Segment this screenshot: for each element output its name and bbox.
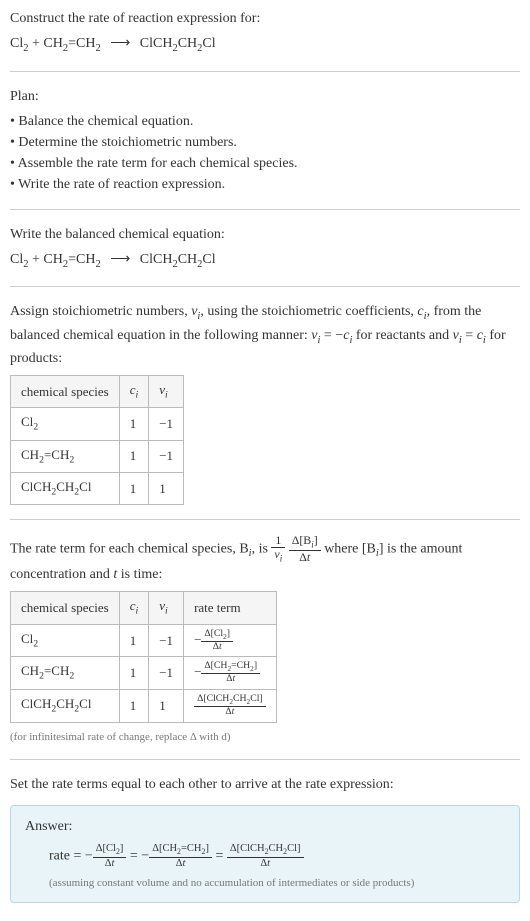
species-cell: CH2=CH2	[11, 657, 120, 690]
species-cell: Cl2	[11, 624, 120, 657]
c-cell: 1	[119, 472, 149, 504]
fraction: 1 νi	[271, 534, 285, 564]
table-header: νi	[149, 376, 184, 408]
intro-equation: Cl2 + CH2=CH2 ⟶ ClCH2CH2Cl	[10, 33, 520, 57]
table-row: ClCH2CH2Cl 1 1	[11, 472, 184, 504]
table-header: chemical species	[11, 592, 120, 624]
fraction: Δ[ClCH2CH2Cl] Δt	[227, 843, 304, 869]
answer-box: Answer: rate = − Δ[Cl2] Δt = − Δ[CH2=CH2…	[10, 805, 520, 903]
table-row: ClCH2CH2Cl 1 1 Δ[ClCH2CH2Cl] Δt	[11, 689, 277, 722]
answer-note: (assuming constant volume and no accumul…	[25, 875, 505, 892]
intro-section: Construct the rate of reaction expressio…	[10, 8, 520, 57]
table-row: CH2=CH2 1 −1	[11, 440, 184, 472]
nu-cell: −1	[149, 624, 184, 657]
plan-item: Determine the stoichiometric numbers.	[10, 132, 520, 153]
final-section: Set the rate terms equal to each other t…	[10, 774, 520, 903]
reaction-arrow-icon: ⟶	[110, 249, 130, 270]
fraction: Δ[CH2=CH2] Δt	[201, 661, 260, 685]
table-row: CH2=CH2 1 −1 − Δ[CH2=CH2] Δt	[11, 657, 277, 690]
fraction: Δ[Cl2] Δt	[201, 629, 233, 653]
fraction: Δ[Cl2] Δt	[93, 843, 127, 869]
stoich-table: chemical species ci νi Cl2 1 −1 CH2=CH2 …	[10, 375, 184, 505]
c-cell: 1	[119, 689, 149, 722]
nu-cell: −1	[149, 440, 184, 472]
stoich-text: Assign stoichiometric numbers, νi, using…	[10, 301, 520, 369]
rateterm-text: The rate term for each chemical species,…	[10, 534, 520, 585]
c-cell: 1	[119, 440, 149, 472]
nu-cell: −1	[149, 408, 184, 440]
reaction-arrow-icon: ⟶	[110, 33, 130, 54]
rateterm-table: chemical species ci νi rate term Cl2 1 −…	[10, 591, 277, 722]
plan-heading: Plan:	[10, 86, 520, 107]
answer-label: Answer:	[25, 816, 505, 837]
c-cell: 1	[119, 624, 149, 657]
plan-list: Balance the chemical equation. Determine…	[10, 111, 520, 195]
fraction: Δ[ClCH2CH2Cl] Δt	[194, 694, 266, 718]
balanced-equation: Cl2 + CH2=CH2 ⟶ ClCH2CH2Cl	[10, 249, 520, 273]
intro-prompt: Construct the rate of reaction expressio…	[10, 8, 520, 29]
species-cell: ClCH2CH2Cl	[11, 689, 120, 722]
species-cell: ClCH2CH2Cl	[11, 472, 120, 504]
species-cell: Cl2	[11, 408, 120, 440]
c-cell: 1	[119, 408, 149, 440]
final-heading: Set the rate terms equal to each other t…	[10, 774, 520, 795]
species-cell: CH2=CH2	[11, 440, 120, 472]
divider	[10, 209, 520, 210]
plan-item: Balance the chemical equation.	[10, 111, 520, 132]
divider	[10, 71, 520, 72]
table-header: νi	[149, 592, 184, 624]
balanced-heading: Write the balanced chemical equation:	[10, 224, 520, 245]
table-header: rate term	[184, 592, 277, 624]
rateterm-section: The rate term for each chemical species,…	[10, 534, 520, 745]
divider	[10, 759, 520, 760]
plan-section: Plan: Balance the chemical equation. Det…	[10, 86, 520, 195]
plan-item: Assemble the rate term for each chemical…	[10, 153, 520, 174]
rateterm-cell: Δ[ClCH2CH2Cl] Δt	[184, 689, 277, 722]
table-header: ci	[119, 376, 149, 408]
table-row: Cl2 1 −1 − Δ[Cl2] Δt	[11, 624, 277, 657]
table-header: chemical species	[11, 376, 120, 408]
balanced-section: Write the balanced chemical equation: Cl…	[10, 224, 520, 273]
rate-expression: rate = − Δ[Cl2] Δt = − Δ[CH2=CH2] Δt = Δ…	[25, 843, 505, 869]
rateterm-note: (for infinitesimal rate of change, repla…	[10, 729, 520, 746]
divider	[10, 286, 520, 287]
rateterm-cell: − Δ[Cl2] Δt	[184, 624, 277, 657]
c-cell: 1	[119, 657, 149, 690]
fraction: Δ[Bi] Δt	[289, 534, 321, 564]
fraction: Δ[CH2=CH2] Δt	[149, 843, 212, 869]
table-header: ci	[119, 592, 149, 624]
table-header-row: chemical species ci νi	[11, 376, 184, 408]
table-row: Cl2 1 −1	[11, 408, 184, 440]
table-header-row: chemical species ci νi rate term	[11, 592, 277, 624]
rateterm-cell: − Δ[CH2=CH2] Δt	[184, 657, 277, 690]
nu-cell: 1	[149, 689, 184, 722]
nu-cell: −1	[149, 657, 184, 690]
divider	[10, 519, 520, 520]
stoich-section: Assign stoichiometric numbers, νi, using…	[10, 301, 520, 505]
plan-item: Write the rate of reaction expression.	[10, 174, 520, 195]
nu-cell: 1	[149, 472, 184, 504]
